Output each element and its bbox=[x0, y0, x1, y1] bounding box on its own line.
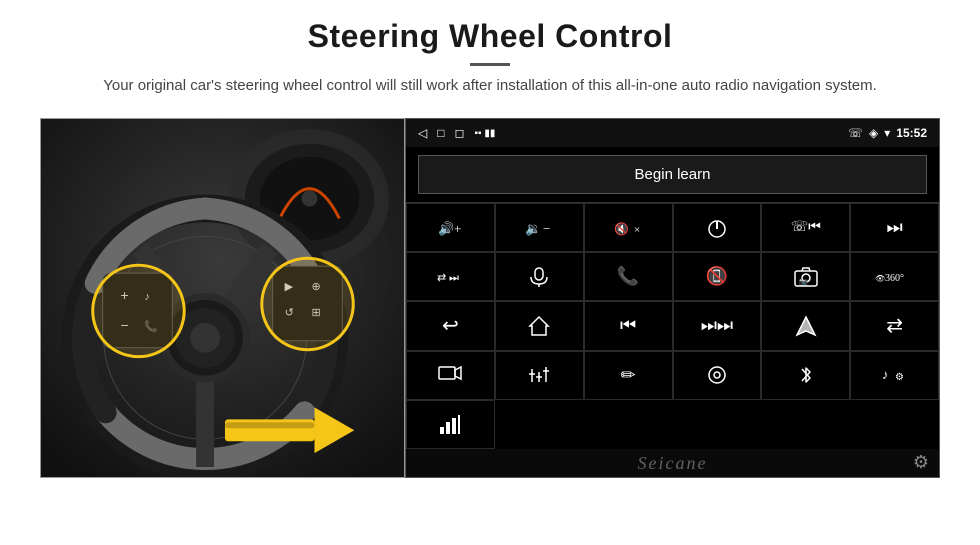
svg-text:−: − bbox=[543, 221, 550, 236]
bluetooth-cell[interactable] bbox=[761, 351, 850, 400]
begin-learn-container: Begin learn bbox=[406, 147, 939, 202]
content-area: + − ♪ 📞 ▶ ⊕ ↺ ⊞ bbox=[40, 118, 940, 478]
watermark-bar: Seicane ⚙ bbox=[406, 449, 939, 477]
record-cell[interactable] bbox=[406, 351, 495, 400]
power-cell[interactable] bbox=[673, 203, 762, 252]
equalizer-cell[interactable] bbox=[495, 351, 584, 400]
begin-learn-button[interactable]: Begin learn bbox=[418, 155, 927, 194]
svg-text:360°: 360° bbox=[885, 273, 904, 284]
svg-text:🔉: 🔉 bbox=[525, 221, 541, 237]
back-nav-cell[interactable]: ↩ bbox=[406, 301, 495, 350]
svg-text:⇄: ⇄ bbox=[437, 272, 446, 284]
mute-cell[interactable]: 🔇× bbox=[584, 203, 673, 252]
subtitle: Your original car's steering wheel contr… bbox=[103, 74, 877, 98]
swap-cell[interactable]: ⇄ bbox=[850, 301, 939, 350]
360-cell[interactable]: 👁 360° bbox=[850, 252, 939, 301]
volume-bar-cell[interactable] bbox=[406, 400, 495, 449]
status-right: ☏ ◈ ▾ 15:52 bbox=[848, 126, 927, 140]
phone-cell[interactable]: 📞 bbox=[584, 252, 673, 301]
svg-text:⚙: ⚙ bbox=[895, 372, 904, 383]
navigate-cell[interactable] bbox=[761, 301, 850, 350]
page-container: Steering Wheel Control Your original car… bbox=[0, 0, 980, 545]
vol-down-cell[interactable]: 🔉− bbox=[495, 203, 584, 252]
svg-text:🔇: 🔇 bbox=[614, 222, 629, 236]
rewind-cell[interactable]: ⏮ bbox=[584, 301, 673, 350]
location-icon: ◈ bbox=[869, 126, 878, 140]
title-divider bbox=[470, 63, 510, 66]
vol-up-cell[interactable]: 🔊+ bbox=[406, 203, 495, 252]
mic-cell[interactable] bbox=[495, 252, 584, 301]
seicane-watermark: Seicane bbox=[638, 453, 708, 474]
svg-text:📷: 📷 bbox=[799, 278, 808, 286]
hangup-cell[interactable]: 📵 bbox=[673, 252, 762, 301]
phone-status-icon: ☏ bbox=[848, 126, 863, 140]
phone-prev-cell[interactable]: ☏⏮ bbox=[761, 203, 850, 252]
settings-gear-icon[interactable]: ⚙ bbox=[913, 452, 929, 473]
next-track-cell[interactable]: ⏭ bbox=[850, 203, 939, 252]
music-settings-cell[interactable]: ♪ ⚙ bbox=[850, 351, 939, 400]
svg-text:×: × bbox=[634, 224, 640, 236]
svg-text:🔊: 🔊 bbox=[438, 220, 454, 237]
controls-grid: 🔊+ 🔉− 🔇× ☏⏮ ⏭ bbox=[406, 202, 939, 449]
title-section: Steering Wheel Control Your original car… bbox=[103, 18, 877, 112]
nav-home-icon[interactable]: □ bbox=[437, 126, 444, 140]
ff-cell[interactable]: ⏭⏭ bbox=[673, 301, 762, 350]
status-left: ◁ □ ◻ ▪▪ ▮▮ bbox=[418, 126, 495, 140]
status-bar: ◁ □ ◻ ▪▪ ▮▮ ☏ ◈ ▾ 15:52 bbox=[406, 119, 939, 147]
svg-text:+: + bbox=[454, 221, 461, 236]
shuffle-cell[interactable]: ⇄ ⏭ bbox=[406, 252, 495, 301]
svg-text:⏭: ⏭ bbox=[449, 272, 459, 284]
page-title: Steering Wheel Control bbox=[103, 18, 877, 55]
wifi-icon: ▾ bbox=[884, 126, 890, 140]
home-nav-cell[interactable] bbox=[495, 301, 584, 350]
time-display: 15:52 bbox=[896, 126, 927, 140]
nav-recent-icon[interactable]: ◻ bbox=[454, 126, 464, 140]
edit-cell[interactable]: ✏ bbox=[584, 351, 673, 400]
camera-cell[interactable]: 📷 bbox=[761, 252, 850, 301]
svg-text:👁: 👁 bbox=[875, 274, 885, 283]
svg-text:♪: ♪ bbox=[882, 367, 889, 382]
signal-icons: ▪▪ ▮▮ bbox=[474, 128, 495, 139]
steering-wheel-photo: + − ♪ 📞 ▶ ⊕ ↺ ⊞ bbox=[40, 118, 405, 478]
nav-back-icon[interactable]: ◁ bbox=[418, 126, 427, 140]
settings2-cell[interactable] bbox=[673, 351, 762, 400]
head-unit-screen: ◁ □ ◻ ▪▪ ▮▮ ☏ ◈ ▾ 15:52 Begin learn bbox=[405, 118, 940, 478]
